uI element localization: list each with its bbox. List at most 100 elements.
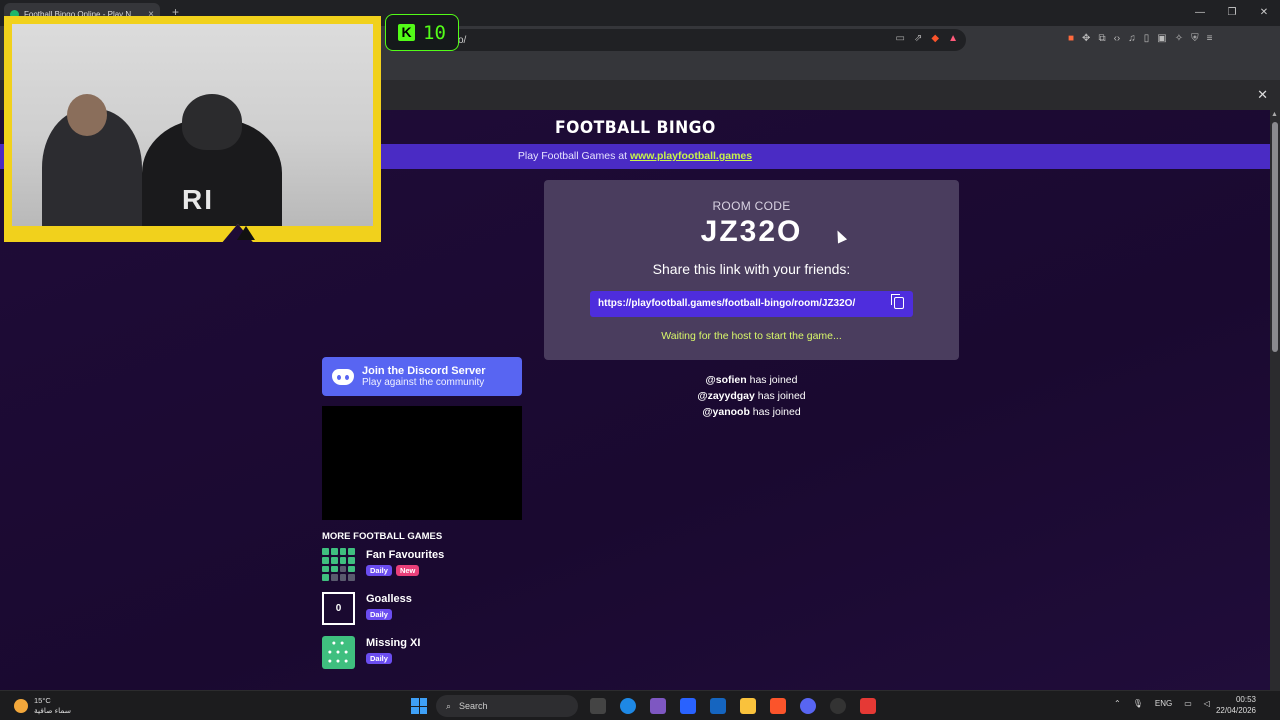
weather-sun-icon	[14, 699, 28, 713]
discord-join-button[interactable]: Join the Discord Server Play against the…	[322, 357, 522, 396]
discord-subtitle: Play against the community	[362, 376, 485, 388]
start-button-icon[interactable]	[411, 698, 427, 714]
language-indicator[interactable]: ENG	[1155, 699, 1172, 708]
new-badge: New	[395, 565, 420, 576]
app-icon[interactable]	[650, 698, 666, 714]
game-badges: Daily	[366, 609, 392, 620]
room-code: JZ32O	[700, 215, 803, 248]
scroll-up-icon[interactable]: ▲	[1271, 111, 1278, 118]
goalless-icon: 0	[322, 592, 355, 625]
app-icon[interactable]	[680, 698, 696, 714]
player-name: @yanoob	[702, 406, 750, 418]
app-icon[interactable]	[860, 698, 876, 714]
share-icon[interactable]: ⇗	[914, 33, 922, 44]
close-window-button[interactable]: ✕	[1248, 0, 1280, 26]
scrollbar-thumb[interactable]	[1272, 122, 1278, 352]
waiting-status: Waiting for the host to start the game..…	[661, 330, 842, 342]
discord-icon	[332, 368, 354, 385]
game-name: Missing XI	[366, 637, 421, 649]
temperature: 15°C	[34, 696, 51, 705]
game-name: Goalless	[366, 593, 412, 605]
brave-rewards-icon[interactable]: ▲	[948, 33, 958, 44]
daily-badge: Daily	[366, 565, 392, 576]
system-tray: ⌃ 🎙 ENG ▭ ◁	[1114, 699, 1210, 708]
more-games-heading: MORE FOOTBALL GAMES	[322, 531, 443, 542]
store-icon[interactable]	[710, 698, 726, 714]
edge-icon[interactable]	[620, 698, 636, 714]
game-badges: Daily New	[366, 565, 420, 576]
app-icon[interactable]	[830, 698, 846, 714]
webcam-overlay: RI	[4, 16, 381, 242]
copy-icon[interactable]	[891, 294, 904, 309]
address-bar[interactable]: o/ ▭ ⇗ ◆ ▲	[388, 29, 966, 51]
daily-badge: Daily	[366, 653, 392, 664]
screenshot-icon[interactable]: ⧉	[1098, 33, 1105, 44]
task-view-icon[interactable]	[590, 698, 606, 714]
daily-badge: Daily	[366, 609, 392, 620]
missing-xi-icon: ● ● ● ● ● ● ● ●	[322, 636, 355, 669]
joined-players-list: @sofien has joined @zayydgay has joined …	[544, 372, 959, 420]
game-item-missing-xi[interactable]: ● ● ● ● ● ● ● ● Missing XI Daily	[322, 636, 522, 670]
joined-text: has joined	[754, 390, 806, 402]
maximize-button[interactable]: ❐	[1216, 0, 1248, 26]
weather-description: سماء صافية	[34, 706, 72, 715]
player-joined-row: @sofien has joined	[544, 372, 959, 388]
address-bar-url: o/	[458, 34, 467, 46]
clock-date: 22/04/2026	[1215, 706, 1256, 715]
discord-title: Join the Discord Server	[362, 364, 486, 377]
share-instructions: Share this link with your friends:	[652, 261, 851, 277]
game-item-fan-favourites[interactable]: Fan Favourites Daily New	[322, 548, 522, 582]
taskbar-apps	[590, 698, 876, 714]
room-card: ROOM CODE JZ32O Share this link with you…	[544, 180, 959, 360]
discord-taskbar-icon[interactable]	[800, 698, 816, 714]
person-left-head	[67, 94, 107, 136]
network-icon[interactable]: ▭	[1184, 699, 1192, 708]
file-explorer-icon[interactable]	[740, 698, 756, 714]
search-placeholder: Search	[459, 701, 488, 711]
menu-icon[interactable]: ≡	[1207, 33, 1213, 44]
tray-expand-icon[interactable]: ⌃	[1114, 699, 1121, 708]
clock-time: 00:53	[1235, 695, 1256, 704]
music-icon[interactable]: ♫	[1128, 33, 1136, 44]
taskbar-search[interactable]: ⌕ Search	[436, 695, 578, 717]
room-code-label: ROOM CODE	[712, 199, 791, 213]
brave-browser-icon[interactable]	[770, 698, 786, 714]
microphone-icon[interactable]: 🎙	[1133, 699, 1143, 708]
player-name: @zayydgay	[697, 390, 755, 402]
webcam-feed: RI	[12, 24, 373, 226]
wallet-icon[interactable]: ▣	[1157, 33, 1166, 44]
player-name: @sofien	[705, 374, 747, 386]
game-name: Fan Favourites	[366, 549, 445, 561]
extension-icon[interactable]: ■	[1068, 33, 1074, 44]
infobar-close-icon[interactable]: ✕	[1257, 87, 1268, 103]
extension-icons: ■ ✥ ⧉ ‹› ♫ ▯ ▣ ✧ ⛨ ≡	[1068, 33, 1212, 44]
fan-favourites-icon	[322, 548, 355, 581]
volume-icon[interactable]: ◁	[1204, 699, 1210, 708]
minimize-button[interactable]: —	[1184, 0, 1216, 26]
search-icon: ⌕	[446, 700, 452, 711]
share-link-button[interactable]: https://playfootball.games/football-bing…	[590, 291, 913, 317]
page-scrollbar[interactable]: ▲	[1270, 110, 1280, 690]
banner-link[interactable]: www.playfootball.games	[630, 150, 752, 162]
leo-ai-icon[interactable]: ✧	[1175, 33, 1183, 44]
kick-logo-icon: K	[398, 24, 416, 41]
devtools-icon[interactable]: ‹›	[1114, 33, 1121, 44]
game-badges: Daily	[366, 653, 392, 664]
cast-icon[interactable]: ▭	[896, 33, 905, 44]
weather-widget[interactable]: 15°C سماء صافية	[14, 696, 71, 716]
vpn-icon[interactable]: ⛨	[1191, 33, 1199, 44]
puzzle-icon[interactable]: ✥	[1082, 33, 1090, 44]
window-controls: — ❐ ✕	[1184, 0, 1280, 26]
webcam-frame-notch	[237, 226, 255, 240]
game-item-goalless[interactable]: 0 Goalless Daily	[322, 592, 522, 626]
brave-shields-icon[interactable]: ◆	[931, 33, 939, 44]
person-right-head	[182, 94, 242, 150]
taskbar-clock[interactable]: 00:53 22/04/2026	[1216, 694, 1256, 716]
windows-taskbar: 15°C سماء صافية ⌕ Search ⌃ 🎙 ENG ▭ ◁ 00:…	[0, 690, 1280, 720]
sidebar-icon[interactable]: ▯	[1144, 33, 1150, 44]
ad-placeholder	[322, 406, 522, 520]
viewer-count: 10	[423, 21, 446, 44]
kick-viewer-badge: K 10	[385, 14, 459, 51]
banner-text: Play Football Games at	[517, 150, 630, 162]
player-joined-row: @yanoob has joined	[544, 404, 959, 420]
